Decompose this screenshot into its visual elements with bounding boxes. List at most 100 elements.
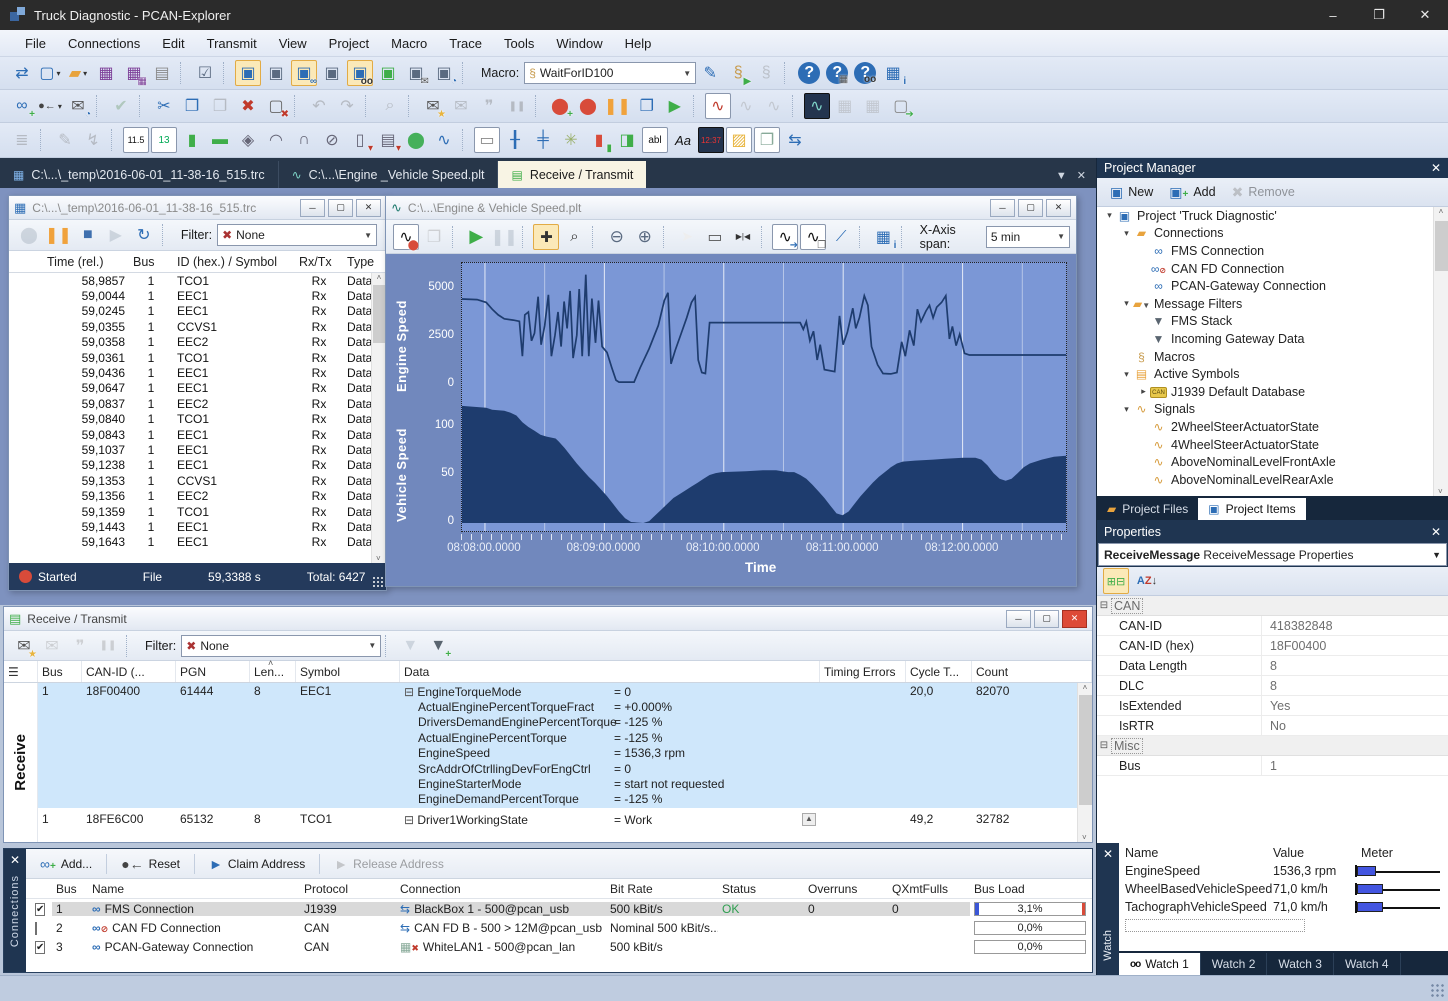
new-message-icon[interactable]: ✉★ xyxy=(420,93,446,119)
watch-column-header[interactable]: Value xyxy=(1267,846,1355,860)
tab-project-files[interactable]: ▰Project Files xyxy=(1097,498,1198,520)
numeric-display-icon[interactable]: 11.5 xyxy=(123,127,149,153)
datasheet-icon[interactable]: ▦i xyxy=(880,60,906,86)
rt-new-message-icon[interactable]: ✉★ xyxy=(11,633,37,659)
transmit-project-icon[interactable]: ⇄ xyxy=(9,60,35,86)
maximize-button[interactable]: ❐ xyxy=(1356,0,1402,30)
watch-close-icon[interactable]: ✕ xyxy=(1103,847,1113,861)
record-new-icon[interactable]: ⬤+ xyxy=(547,93,573,119)
tree-item[interactable]: ∿AboveNominalLevelRearAxle xyxy=(1097,471,1448,489)
rt-column-header[interactable]: Data xyxy=(400,661,820,682)
document-tab-2[interactable]: ∿C:\...\Engine _Vehicle Speed.plt xyxy=(279,161,499,188)
trace-row[interactable]: 59,08431EEC1RxData xyxy=(9,427,386,442)
checkbox-cell[interactable] xyxy=(26,920,52,935)
seven-segment-icon[interactable]: 12:37 xyxy=(698,127,724,153)
checkbox-checked-icon[interactable]: ✔ xyxy=(35,903,45,916)
plot-restore-button[interactable]: ▢ xyxy=(1018,199,1043,217)
gauge-circle-icon[interactable]: ⊘ xyxy=(319,127,345,153)
rt-restore-button[interactable]: ▢ xyxy=(1034,610,1059,628)
help-index-icon[interactable]: ?▦ xyxy=(826,62,848,84)
new-file-icon[interactable]: ▢▾ xyxy=(37,60,63,86)
rt-reply-icon[interactable]: ❞ xyxy=(67,633,93,659)
trace-row[interactable]: 59,12381EEC1RxData xyxy=(9,458,386,473)
copy-pages-icon[interactable]: ❐ xyxy=(634,93,660,119)
connections-column-header[interactable]: Overruns xyxy=(804,882,888,896)
slider-vertical-icon[interactable]: ╂ xyxy=(502,127,528,153)
menu-view[interactable]: View xyxy=(268,32,318,55)
pause-record-icon[interactable]: ❚❚ xyxy=(603,93,632,119)
tree-item[interactable]: ∞FMS Connection xyxy=(1097,242,1448,260)
menu-tools[interactable]: Tools xyxy=(493,32,545,55)
led-stack-icon[interactable]: ▮▮ xyxy=(586,127,612,153)
connection-row[interactable]: ✔1∞FMS ConnectionJ1939⇆BlackBox 1 - 500@… xyxy=(26,899,1092,918)
measure-icon[interactable]: ▶|◀ xyxy=(730,224,756,250)
help-icon[interactable]: ? xyxy=(798,62,820,84)
property-row[interactable]: Data Length8 xyxy=(1097,656,1448,676)
wrench-icon[interactable]: ⟋ xyxy=(828,224,854,250)
tree-item[interactable]: ∿2WheelSteerActuatorState xyxy=(1097,418,1448,436)
chart-control-icon[interactable]: ∿ xyxy=(431,127,457,153)
rt-column-header[interactable]: PGN xyxy=(176,661,250,682)
tracer-view-icon[interactable]: ▦ xyxy=(832,93,858,119)
open-file-icon[interactable]: ▰▾ xyxy=(65,60,91,86)
trace-row[interactable]: 59,03551CCVS1RxData xyxy=(9,319,386,334)
sort-alphabetical-icon[interactable]: AZ↓ xyxy=(1134,568,1160,594)
watch-column-header[interactable]: Meter xyxy=(1355,846,1448,860)
properties-object-selector[interactable]: ReceiveMessage ReceiveMessage Properties… xyxy=(1098,543,1447,566)
zoom-in-icon[interactable]: ⊕ xyxy=(632,224,658,250)
reply-message-icon[interactable]: ❞ xyxy=(476,93,502,119)
connection-row[interactable]: ✔3∞PCAN-Gateway ConnectionCAN▦✖WhiteLAN1… xyxy=(26,937,1092,956)
menu-project[interactable]: Project xyxy=(318,32,380,55)
trace-row[interactable]: 59,03581EEC2RxData xyxy=(9,335,386,350)
panel-tree-icon[interactable]: ≣ xyxy=(9,127,35,153)
page-setup-icon[interactable]: ☑ xyxy=(192,60,218,86)
trace-row[interactable]: 59,03611TCO1RxData xyxy=(9,350,386,365)
expander-closed-icon[interactable]: ▸ xyxy=(1137,386,1150,397)
watch-new-entry-field[interactable] xyxy=(1125,919,1305,932)
close-document-icon[interactable]: ✕ xyxy=(1077,169,1086,182)
property-category[interactable]: ⊟CAN xyxy=(1097,596,1448,616)
lcd-display-icon[interactable]: 13 xyxy=(151,127,177,153)
property-row[interactable]: CAN-ID418382848 xyxy=(1097,616,1448,636)
trace-filter-combo[interactable]: ✖None▼ xyxy=(217,224,377,246)
meter-horizontal-icon[interactable]: ▤▾ xyxy=(375,127,401,153)
trace-row[interactable]: 59,00441EEC1RxData xyxy=(9,288,386,303)
vertical-bar-icon[interactable]: ▮ xyxy=(179,127,205,153)
redo-icon[interactable]: ↷ xyxy=(334,93,360,119)
expander-open-icon[interactable]: ▾ xyxy=(1120,298,1133,309)
copy-icon[interactable]: ❐ xyxy=(179,93,205,119)
macro-combo[interactable]: §WaitForID100▼ xyxy=(524,62,696,84)
tree-item[interactable]: ∿AboveNominalLevelFrontAxle xyxy=(1097,453,1448,471)
watch-row[interactable]: EngineSpeed1536,3 rpm xyxy=(1119,862,1448,880)
rt-minimize-button[interactable]: ─ xyxy=(1006,610,1031,628)
rt-close-button[interactable]: ✕ xyxy=(1062,610,1087,628)
trace-column-header[interactable]: Type xyxy=(343,255,386,269)
claim-address-button[interactable]: ►Claim Address xyxy=(201,853,313,875)
menu-edit[interactable]: Edit xyxy=(151,32,195,55)
trace-row[interactable]: 59,16431EEC1RxData xyxy=(9,535,386,550)
rt-pause-icon[interactable]: ❚❚ xyxy=(95,633,121,659)
rt-column-header[interactable]: Cycle T... xyxy=(906,661,972,682)
collapse-icon[interactable]: ⊟ xyxy=(1097,740,1111,751)
export-plot-icon[interactable]: ∿➔ xyxy=(772,224,798,250)
menu-file[interactable]: File xyxy=(14,32,57,55)
image-list-icon[interactable]: ❐ xyxy=(754,127,780,153)
paste-icon[interactable]: ❐ xyxy=(207,93,233,119)
trace-resize-grip[interactable] xyxy=(372,576,384,588)
trace-pause-icon[interactable]: ❚❚ xyxy=(44,222,73,248)
project-manager-window-icon[interactable]: ▣ xyxy=(235,60,261,86)
help-search-icon[interactable]: ?oo xyxy=(854,62,876,84)
output-window-icon[interactable]: ▣ xyxy=(263,60,289,86)
menu-connections[interactable]: Connections xyxy=(57,32,151,55)
tab-watch-1[interactable]: ooWatch 1 xyxy=(1119,953,1201,975)
watch-row[interactable]: WheelBasedVehicleSpeed71,0 km/h xyxy=(1119,880,1448,898)
save-all-icon[interactable]: ▦▦ xyxy=(121,60,147,86)
tree-item[interactable]: ▾▤Active Symbols xyxy=(1097,365,1448,383)
watch-window-icon[interactable]: ▣oo xyxy=(347,60,373,86)
horizontal-bar-icon[interactable]: ▬ xyxy=(207,127,233,153)
switch-icon[interactable]: ◨ xyxy=(614,127,640,153)
connections-table-header[interactable]: BusNameProtocolConnectionBit RateStatusO… xyxy=(26,879,1092,899)
image-icon[interactable]: ▨ xyxy=(726,127,752,153)
tree-item[interactable]: ▼Incoming Gateway Data xyxy=(1097,330,1448,348)
rt-message-row[interactable]: 118F00400614448EEC1⊟ EngineTorqueMode= 0… xyxy=(38,683,1077,808)
